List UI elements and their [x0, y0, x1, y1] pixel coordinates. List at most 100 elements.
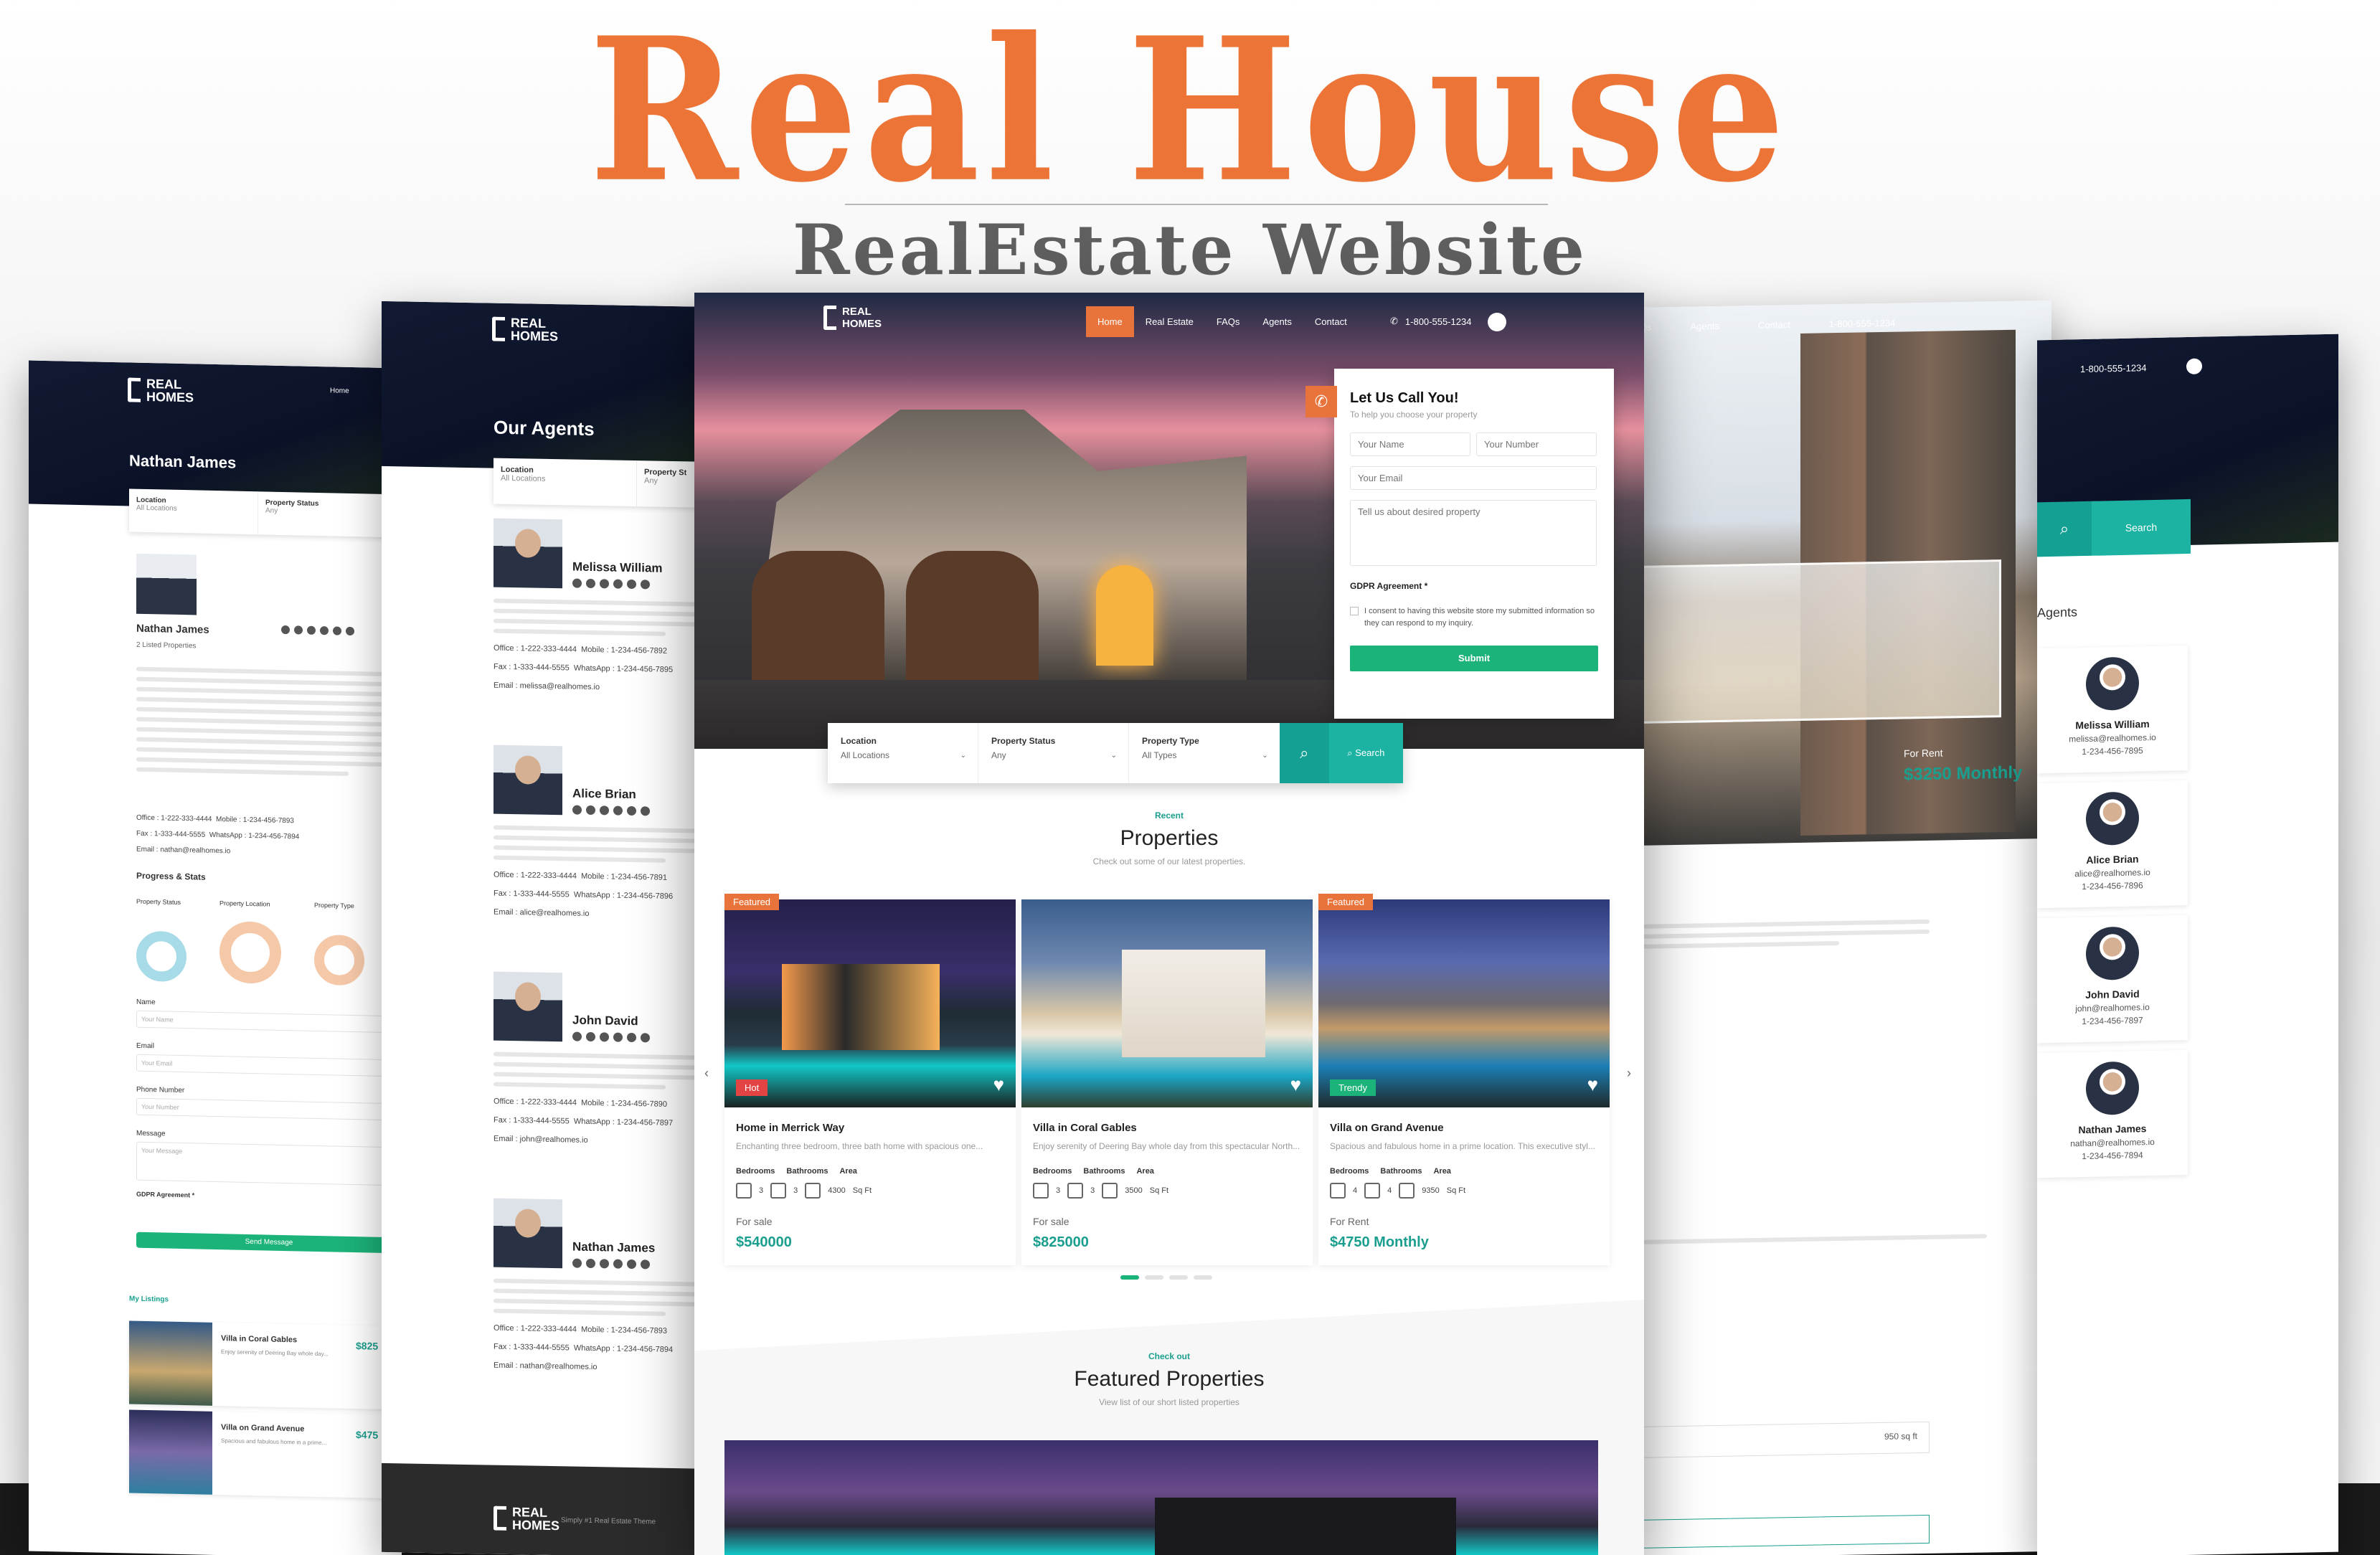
agent-name[interactable]: Melissa William [572, 560, 663, 576]
youtube-icon[interactable] [641, 1259, 650, 1270]
instagram-icon[interactable] [613, 579, 623, 589]
gdpr-checkbox[interactable] [1350, 607, 1359, 615]
user-icon[interactable] [1488, 313, 1506, 331]
area-field[interactable]: 950 sq ft [1628, 1421, 1930, 1459]
submit-button[interactable]: Submit [1350, 646, 1598, 671]
facebook-icon[interactable] [572, 805, 582, 815]
instagram-icon[interactable] [613, 805, 623, 816]
location-select[interactable]: Location All Locations ⌄ [828, 723, 978, 783]
nav-agents[interactable]: Agents [1251, 306, 1303, 337]
property-title[interactable]: Home in Merrick Way [736, 1122, 1004, 1134]
agent-card[interactable]: Alice Brian Office : 1-222-333-4444 Mobi… [494, 745, 719, 925]
youtube-icon[interactable] [641, 1033, 650, 1043]
footer-logo[interactable]: REAL HOMES [494, 1505, 559, 1533]
search-button[interactable]: ⌕ Search [1328, 723, 1403, 783]
status-select[interactable]: Property Status Any ⌄ [978, 723, 1129, 783]
agent-name[interactable]: Alice Brian [572, 787, 636, 803]
listing-card[interactable]: Villa in Coral Gables Enjoy serenity of … [129, 1320, 402, 1410]
agent-email[interactable]: melissa@realhomes.io [2037, 732, 2188, 745]
heart-icon[interactable]: ♥ [993, 1074, 1004, 1096]
property-card[interactable]: Featured Hot ♥ Home in Merrick Way Encha… [724, 894, 1016, 1265]
youtube-icon[interactable] [346, 626, 354, 636]
sidebar-agent-card[interactable]: Nathan James nathan@realhomes.io 1-234-4… [2037, 1050, 2188, 1178]
email-input[interactable] [1350, 466, 1597, 490]
number-input[interactable] [1476, 433, 1597, 456]
featured-property-photo[interactable] [724, 1440, 1598, 1555]
site-logo[interactable]: REAL HOMES [128, 377, 194, 405]
heart-icon[interactable]: ♥ [1587, 1074, 1598, 1096]
nav-contact[interactable]: Contact [1303, 306, 1359, 337]
facebook-icon[interactable] [572, 578, 582, 588]
agent-card[interactable]: Melissa William Office : 1-222-333-4444 … [494, 518, 719, 699]
status-select[interactable]: Property Status Any [258, 491, 387, 537]
linkedin-icon[interactable] [600, 1032, 609, 1042]
nav-agents[interactable]: Agents [1691, 321, 1719, 350]
agent-name[interactable]: Melissa William [2037, 717, 2188, 732]
nav-home[interactable]: Home [1086, 306, 1134, 337]
pinterest-icon[interactable] [627, 805, 636, 816]
pinterest-icon[interactable] [627, 579, 636, 590]
carousel-prev-icon[interactable]: ‹ [704, 1066, 709, 1081]
twitter-icon[interactable] [586, 578, 595, 589]
youtube-icon[interactable] [641, 806, 650, 816]
property-title[interactable]: Villa in Coral Gables [1033, 1122, 1301, 1134]
agent-email[interactable]: alice@realhomes.io [2037, 866, 2188, 879]
agent-name[interactable]: Nathan James [572, 1240, 655, 1256]
pinterest-icon[interactable] [627, 1259, 636, 1270]
email-field[interactable]: Your Email [136, 1054, 402, 1077]
location-select[interactable]: Location All Locations [494, 458, 637, 507]
carousel-dot-active[interactable] [1120, 1275, 1139, 1280]
carousel-dot[interactable] [1169, 1275, 1188, 1280]
zoom-icon[interactable]: ⌕ [2037, 501, 2092, 557]
nav-faqs[interactable]: FAQs [1205, 306, 1252, 337]
site-logo[interactable]: REAL HOMES [823, 306, 882, 330]
facebook-icon[interactable] [281, 625, 290, 635]
instagram-icon[interactable] [613, 1032, 623, 1042]
sidebar-agent-card[interactable]: Alice Brian alice@realhomes.io 1-234-456… [2037, 780, 2188, 909]
nav-contact[interactable]: Contact [1758, 319, 1790, 349]
nav-real-estate[interactable]: Real Estate [1134, 306, 1205, 337]
twitter-icon[interactable] [586, 805, 595, 816]
twitter-icon[interactable] [294, 625, 303, 635]
facebook-icon[interactable] [572, 1258, 582, 1268]
instagram-icon[interactable] [320, 626, 329, 635]
select-field[interactable] [1628, 1514, 1930, 1549]
site-logo[interactable]: REAL HOMES [492, 316, 558, 344]
listing-card[interactable]: Villa on Grand Avenue Spacious and fabul… [129, 1409, 402, 1499]
twitter-icon[interactable] [586, 1031, 595, 1042]
sidebar-agent-card[interactable]: John David john@realhomes.io 1-234-456-7… [2037, 915, 2188, 1044]
nav-home[interactable]: Home [330, 387, 349, 395]
linkedin-icon[interactable] [600, 805, 609, 816]
search-button[interactable]: Search [2092, 498, 2191, 556]
pinterest-icon[interactable] [333, 626, 341, 635]
agent-name[interactable]: John David [2037, 987, 2188, 1001]
facebook-icon[interactable] [572, 1031, 582, 1041]
agent-name[interactable]: Alice Brian [2037, 852, 2188, 866]
linkedin-icon[interactable] [600, 1259, 609, 1269]
user-icon[interactable] [2186, 358, 2202, 375]
carousel-dot[interactable] [1145, 1275, 1163, 1280]
name-field[interactable]: Your Name [136, 1010, 402, 1034]
carousel-dot[interactable] [1194, 1275, 1212, 1280]
phone-field[interactable]: Your Number [136, 1097, 402, 1121]
location-select[interactable]: Location All Locations [129, 488, 258, 535]
pinterest-icon[interactable] [627, 1032, 636, 1043]
type-select[interactable]: Property Type All Types ⌄ [1129, 723, 1280, 783]
name-input[interactable] [1350, 433, 1470, 456]
send-message-button[interactable]: Send Message [136, 1232, 402, 1254]
linkedin-icon[interactable] [307, 625, 316, 635]
youtube-icon[interactable] [641, 580, 650, 590]
instagram-icon[interactable] [613, 1259, 623, 1269]
agent-name[interactable]: Nathan James [2037, 1122, 2188, 1136]
twitter-icon[interactable] [586, 1258, 595, 1269]
advanced-search-icon[interactable]: ⌕ [1279, 723, 1329, 783]
sidebar-agent-card[interactable]: Melissa William melissa@realhomes.io 1-2… [2037, 646, 2188, 774]
message-textarea[interactable] [1350, 500, 1597, 566]
carousel-next-icon[interactable]: › [1627, 1066, 1631, 1081]
agent-name[interactable]: John David [572, 1013, 638, 1029]
linkedin-icon[interactable] [600, 579, 609, 589]
agent-card[interactable]: Nathan James Office : 1-222-333-4444 Mob… [494, 1198, 719, 1379]
agent-email[interactable]: john@realhomes.io [2037, 1001, 2188, 1014]
agent-email[interactable]: nathan@realhomes.io [2037, 1136, 2188, 1149]
property-card[interactable]: Featured Trendy ♥ Villa on Grand Avenue … [1318, 894, 1610, 1265]
